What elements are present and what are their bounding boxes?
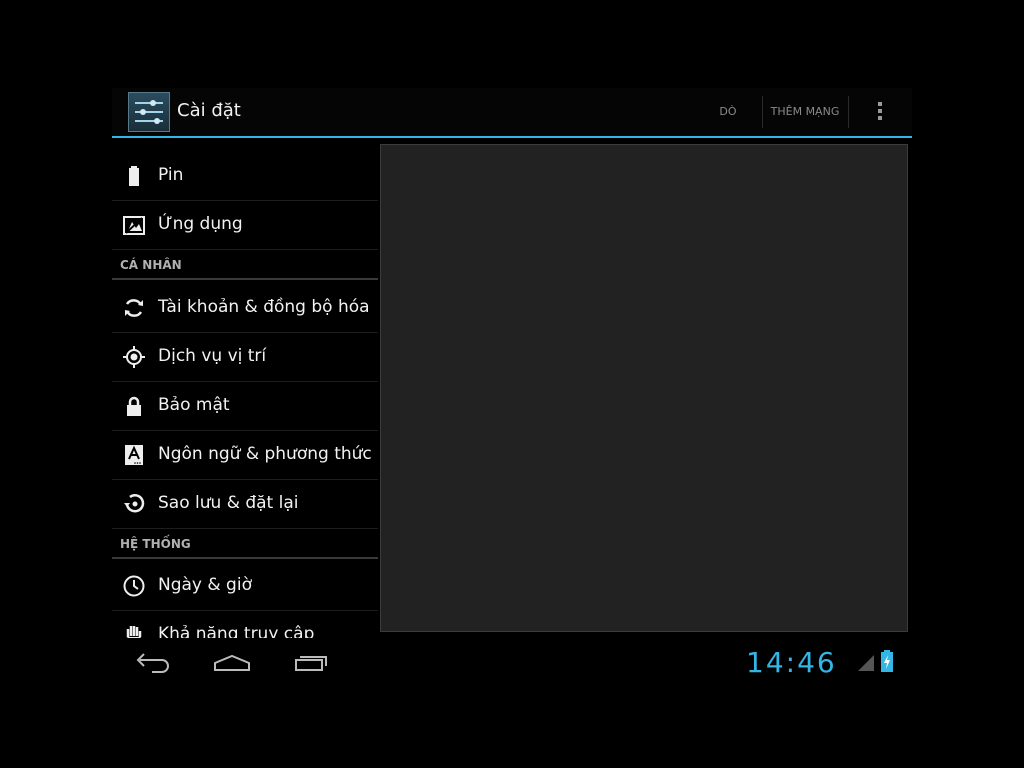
- overflow-menu-icon[interactable]: [870, 100, 890, 124]
- home-icon[interactable]: [212, 648, 252, 678]
- list-item-backup-reset[interactable]: Sao lưu & đặt lại: [112, 480, 378, 529]
- detail-pane: [380, 144, 908, 632]
- list-item-date-time[interactable]: Ngày & giờ: [112, 562, 378, 611]
- divider: [848, 96, 849, 128]
- list-item-label: Pin: [158, 165, 184, 185]
- page-title: Cài đặt: [177, 100, 241, 121]
- list-item-label: Ngày & giờ: [158, 575, 252, 595]
- clock-icon: [123, 575, 145, 597]
- list-item-label: Ứng dụng: [158, 214, 243, 234]
- settings-sliders-icon[interactable]: [128, 92, 170, 132]
- section-header-label: CÁ NHÂN: [120, 258, 182, 272]
- language-icon: [125, 445, 143, 465]
- section-header-label: HỆ THỐNG: [120, 537, 191, 551]
- clock: 14:46: [746, 646, 837, 679]
- list-item-apps[interactable]: Ứng dụng: [112, 201, 378, 250]
- apps-icon: [123, 216, 145, 235]
- signal-icon: [858, 655, 874, 671]
- list-item-battery[interactable]: Pin: [112, 152, 378, 201]
- scan-button[interactable]: DÒ: [708, 96, 748, 128]
- action-bar: Cài đặt DÒ THÊM MẠNG: [112, 88, 912, 138]
- lock-icon: [127, 396, 141, 416]
- list-item-label: Tài khoản & đồng bộ hóa: [158, 297, 370, 317]
- list-item-language-input[interactable]: Ngôn ngữ & phương thức: [112, 431, 378, 480]
- settings-list[interactable]: Pin Ứng dụng CÁ NHÂN Tài khoản & đồng bộ…: [112, 138, 378, 638]
- list-item-label: Ngôn ngữ & phương thức: [158, 444, 372, 464]
- battery-charging-icon: [881, 650, 893, 672]
- backup-icon: [124, 494, 145, 513]
- accessibility-hand-icon: [126, 626, 142, 638]
- sync-icon: [125, 299, 143, 317]
- section-header-personal: CÁ NHÂN: [112, 250, 378, 280]
- list-item-location[interactable]: Dịch vụ vị trí: [112, 333, 378, 382]
- list-item-security[interactable]: Bảo mật: [112, 382, 378, 431]
- list-item-accounts-sync[interactable]: Tài khoản & đồng bộ hóa: [112, 284, 378, 333]
- back-icon[interactable]: [132, 648, 172, 678]
- settings-screen: Cài đặt DÒ THÊM MẠNG Pin Ứng dụng CÁ NHÂ…: [112, 88, 912, 688]
- add-network-button[interactable]: THÊM MẠNG: [764, 96, 846, 128]
- list-item-label: Bảo mật: [158, 395, 230, 415]
- system-bar: 14:46: [112, 640, 912, 688]
- recent-apps-icon[interactable]: [292, 648, 332, 678]
- battery-icon: [129, 166, 139, 186]
- section-header-system: HỆ THỐNG: [112, 529, 378, 559]
- divider: [762, 96, 763, 128]
- list-item-label: Khả năng truy cập: [158, 624, 315, 638]
- list-item-label: Sao lưu & đặt lại: [158, 493, 299, 513]
- list-item-label: Dịch vụ vị trí: [158, 346, 267, 366]
- location-icon: [123, 346, 145, 368]
- list-item-accessibility[interactable]: Khả năng truy cập: [112, 611, 378, 638]
